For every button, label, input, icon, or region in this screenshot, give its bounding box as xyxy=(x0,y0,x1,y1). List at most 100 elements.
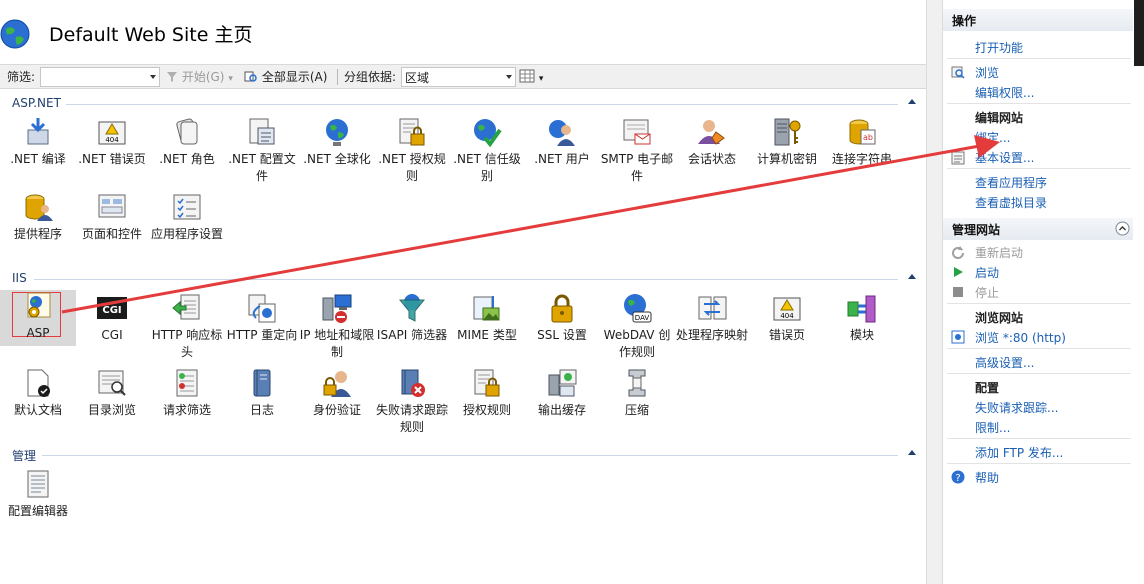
feature-label: .NET 授权规则 xyxy=(378,152,446,183)
feature-label: 提供程序 xyxy=(13,227,62,241)
isapi-funnel-icon xyxy=(398,294,426,322)
modules-icon xyxy=(847,295,876,323)
feature-label: 应用程序设置 xyxy=(150,227,223,241)
feature-cgi[interactable]: CGI CGI xyxy=(74,292,150,344)
feature-default-document[interactable]: 默认文档 xyxy=(0,367,76,419)
feature-machine-key[interactable]: 计算机密钥 xyxy=(749,116,825,168)
section-aspnet[interactable]: ASP.NET xyxy=(0,96,926,112)
feature-webdav-authoring[interactable]: DAV WebDAV 创作规则 xyxy=(599,292,675,361)
feature-providers[interactable]: 提供程序 xyxy=(0,191,76,243)
feature-net-authorization[interactable]: .NET 授权规则 xyxy=(374,116,450,185)
open-feature-link[interactable]: 打开功能 xyxy=(975,39,1023,56)
show-all-button[interactable]: 全部显示(A) xyxy=(244,68,327,86)
collapse-icon[interactable] xyxy=(1115,221,1130,236)
feature-pages-controls[interactable]: 页面和控件 xyxy=(74,191,150,243)
feature-smtp-email[interactable]: SMTP 电子邮件 xyxy=(599,116,675,185)
feature-configuration-editor[interactable]: 配置编辑器 xyxy=(0,468,76,520)
view-virtual-directories-link[interactable]: 查看虚拟目录 xyxy=(975,194,1047,211)
filter-input[interactable] xyxy=(40,67,160,87)
feature-label: 页面和控件 xyxy=(81,227,142,241)
section-iis[interactable]: IIS xyxy=(0,271,926,287)
start-link[interactable]: 启动 xyxy=(975,264,999,281)
feature-net-profile[interactable]: .NET 配置文件 xyxy=(224,116,300,185)
feature-net-trust-levels[interactable]: .NET 信任级别 xyxy=(449,116,525,185)
feature-mime-types[interactable]: MIME 类型 xyxy=(449,292,525,344)
start-filter-label: 开始(G) xyxy=(181,70,225,84)
help-link[interactable]: 帮助 xyxy=(975,469,999,486)
feature-asp[interactable]: ASP xyxy=(0,290,76,346)
scrollbar[interactable] xyxy=(1134,0,1144,66)
feature-compression[interactable]: 压缩 xyxy=(599,367,675,419)
feature-label: CGI xyxy=(101,328,123,342)
feature-label: 授权规则 xyxy=(462,403,511,417)
restart-link[interactable]: 重新启动 xyxy=(975,244,1023,261)
feature-output-caching[interactable]: 输出缓存 xyxy=(524,367,600,419)
feature-error-pages[interactable]: 404 错误页 xyxy=(749,292,825,344)
feature-label: 默认文档 xyxy=(13,403,62,417)
divider xyxy=(947,438,1131,439)
machine-key-icon xyxy=(774,118,801,146)
feature-http-response-headers[interactable]: HTTP 响应标头 xyxy=(149,292,225,361)
explore-link[interactable]: 浏览 xyxy=(975,64,999,81)
feature-net-users[interactable]: .NET 用户 xyxy=(524,116,600,168)
feature-directory-browsing[interactable]: 目录浏览 xyxy=(74,367,150,419)
feature-failed-request-tracing[interactable]: 失败请求跟踪规则 xyxy=(374,367,450,436)
configuration-editor-icon xyxy=(27,470,49,498)
browse-80-link[interactable]: 浏览 *:80 (http) xyxy=(975,329,1066,346)
section-management[interactable]: 管理 xyxy=(0,447,926,463)
feature-app-settings[interactable]: 应用程序设置 xyxy=(149,191,225,243)
feature-label: HTTP 重定向 xyxy=(226,328,298,342)
feature-isapi-filters[interactable]: ISAPI 筛选器 xyxy=(374,292,450,344)
feature-label: SSL 设置 xyxy=(537,328,587,342)
divider xyxy=(947,168,1131,169)
stop-link[interactable]: 停止 xyxy=(975,284,999,301)
failed-request-tracing-icon xyxy=(401,369,425,397)
advanced-settings-link[interactable]: 高级设置... xyxy=(975,354,1034,371)
compile-icon xyxy=(27,118,49,145)
view-applications-link[interactable]: 查看应用程序 xyxy=(975,174,1047,191)
feature-connection-strings[interactable]: ab 连接字符串 xyxy=(824,116,900,168)
feature-ssl-settings[interactable]: SSL 设置 xyxy=(524,292,600,344)
feature-handler-mappings[interactable]: 处理程序映射 xyxy=(674,292,750,344)
collapse-icon[interactable] xyxy=(908,274,916,279)
edit-permissions-link[interactable]: 编辑权限... xyxy=(975,84,1034,101)
feature-net-compilation[interactable]: .NET 编译 xyxy=(0,116,76,168)
feature-label: 失败请求跟踪规则 xyxy=(375,403,448,434)
redirect-icon xyxy=(248,294,276,323)
collapse-icon[interactable] xyxy=(908,450,916,455)
feature-modules[interactable]: 模块 xyxy=(824,292,900,344)
bindings-link[interactable]: 绑定... xyxy=(975,129,1010,146)
collapse-icon[interactable] xyxy=(908,99,916,104)
feature-logging[interactable]: 日志 xyxy=(224,367,300,419)
feature-request-filtering[interactable]: 请求筛选 xyxy=(149,367,225,419)
basic-settings-link[interactable]: 基本设置... xyxy=(975,149,1034,166)
feature-http-redirect[interactable]: HTTP 重定向 xyxy=(224,292,300,344)
feature-net-roles[interactable]: .NET 角色 xyxy=(149,116,225,168)
actions-pane: 操作 打开功能 浏览 编辑权限... 编辑网站 绑定... 基本设置... 查看… xyxy=(942,0,1144,584)
directory-browsing-icon xyxy=(98,370,126,396)
add-ftp-publishing-link[interactable]: 添加 FTP 发布... xyxy=(975,444,1063,461)
limits-link[interactable]: 限制... xyxy=(975,419,1010,436)
ip-restrictions-icon xyxy=(322,294,352,323)
group-by-select[interactable]: 区域 xyxy=(401,67,516,87)
pane-splitter[interactable] xyxy=(926,0,942,584)
chevron-down-icon xyxy=(506,75,512,79)
globe-icon xyxy=(0,19,30,49)
failed-request-tracing-link[interactable]: 失败请求跟踪... xyxy=(975,399,1058,416)
authorization-lock-icon xyxy=(399,118,425,146)
feature-ip-domain-restrictions[interactable]: IP 地址和域限制 xyxy=(299,292,375,361)
view-mode-button[interactable]: ▾ xyxy=(519,68,543,86)
feature-net-globalization[interactable]: .NET 全球化 xyxy=(299,116,375,168)
feature-net-error-pages[interactable]: 404 .NET 错误页 xyxy=(74,116,150,168)
session-state-icon xyxy=(698,120,725,145)
response-headers-icon xyxy=(172,294,200,320)
group-by-label: 分组依据: xyxy=(344,70,397,84)
feature-authentication[interactable]: 身份验证 xyxy=(299,367,375,419)
manage-site-header[interactable]: 管理网站 xyxy=(943,218,1133,240)
start-filter-button[interactable]: 开始(G) ▾ xyxy=(166,68,233,86)
mime-types-icon xyxy=(473,296,500,321)
feature-authorization-rules[interactable]: 授权规则 xyxy=(449,367,525,419)
feature-session-state[interactable]: 会话状态 xyxy=(674,116,750,168)
help-icon: ? xyxy=(951,470,965,484)
browse-site-heading: 浏览网站 xyxy=(975,311,1024,325)
